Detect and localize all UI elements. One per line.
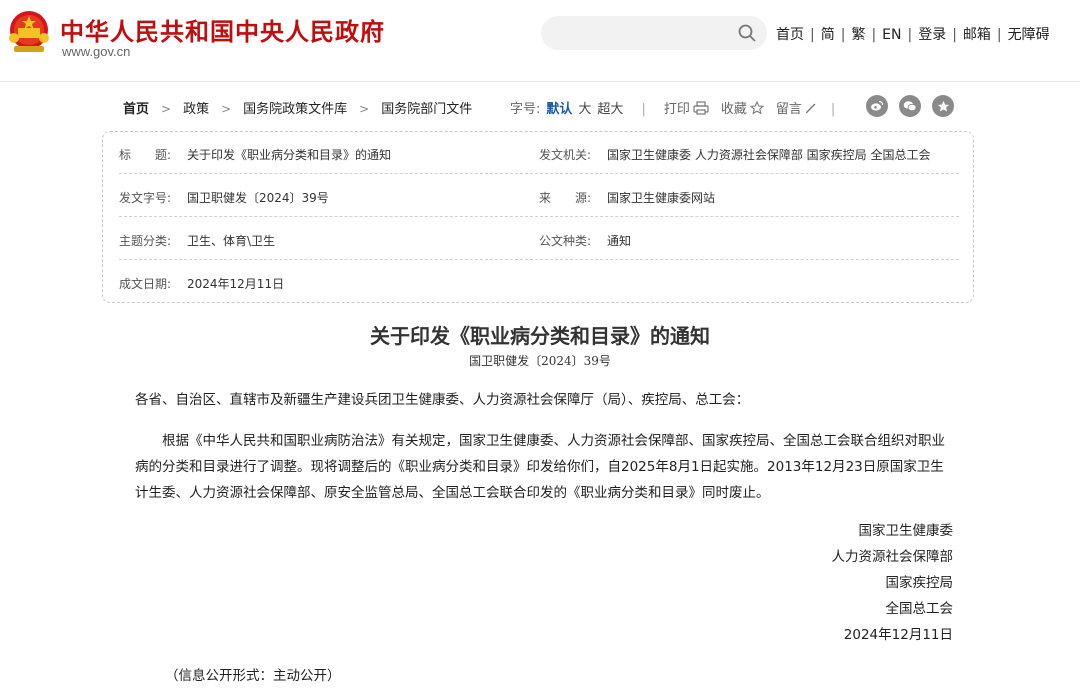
nav-home[interactable]: 首页 — [776, 27, 804, 43]
info-label-topic: 主题分类: — [119, 234, 172, 248]
signer-acftu: 全国总工会 — [885, 601, 954, 617]
pen-icon — [805, 103, 816, 113]
signer-nhc: 国家卫生健康委 — [858, 523, 954, 539]
font-size-large[interactable]: 大 — [578, 102, 591, 117]
print-icon — [693, 100, 709, 115]
chevron-right-icon: > — [161, 102, 172, 116]
info-value-source: 国家卫生健康委网站 — [607, 191, 716, 205]
disclosure-note: （信息公开形式：主动公开） — [165, 668, 341, 684]
signer-mohrss: 人力资源社会保障部 — [831, 549, 954, 565]
share-icon — [937, 100, 949, 112]
breadcrumb-policy[interactable]: 政策 — [183, 102, 209, 117]
wechat-share-button[interactable] — [899, 95, 921, 117]
font-size-default[interactable]: 默认 — [546, 102, 572, 117]
nav-accessibility[interactable]: 无障碍 — [1008, 27, 1050, 43]
info-label-title: 标 题: — [119, 148, 172, 162]
info-value-title: 关于印发《职业病分类和目录》的通知 — [187, 148, 392, 162]
info-row: 主题分类: 卫生、体育\卫生 公文种类: 通知 — [119, 218, 959, 260]
nav-simplified[interactable]: 简 — [821, 27, 835, 43]
comment-label: 留言 — [775, 102, 802, 117]
info-row: 发文字号: 国卫职健发〔2024〕39号 来 源: 国家卫生健康委网站 — [119, 175, 959, 217]
article-addressee: 各省、自治区、直辖市及新疆生产建设兵团卫生健康委、人力资源社会保障厅（局）、疾控… — [135, 392, 750, 408]
chevron-right-icon: > — [221, 102, 232, 116]
info-label-issuer: 发文机关: — [539, 148, 592, 162]
top-nav: 首页 | 简 | 繁 | EN | 登录 | 邮箱 | 无障碍 — [776, 27, 1050, 43]
article-signers: 国家卫生健康委 人力资源社会保障部 国家疾控局 全国总工会 2024年12月11… — [832, 518, 954, 648]
info-label-type: 公文种类: — [539, 234, 592, 248]
sign-date: 2024年12月11日 — [843, 627, 953, 643]
font-size-label: 字号: — [510, 102, 541, 117]
breadcrumb: 首页 > 政策 > 国务院政策文件库 > 国务院部门文件 — [123, 98, 472, 117]
search-icon[interactable] — [737, 23, 757, 43]
favorite-label: 收藏 — [720, 102, 747, 117]
wechat-icon — [903, 101, 917, 112]
article-title: 关于印发《职业病分类和目录》的通知 — [370, 324, 710, 348]
national-emblem-icon[interactable] — [6, 8, 52, 56]
article-body: 根据《中华人民共和国职业病防治法》有关规定，国家卫生健康委、人力资源社会保障部、… — [135, 433, 945, 501]
breadcrumb-home[interactable]: 首页 — [123, 102, 149, 117]
nav-english[interactable]: EN — [882, 27, 901, 43]
signer-ndcpa: 国家疾控局 — [885, 575, 954, 591]
info-label-source: 来 源: — [539, 191, 592, 205]
breadcrumb-policy-library[interactable]: 国务院政策文件库 — [243, 102, 347, 117]
info-value-date: 2024年12月11日 — [187, 277, 285, 291]
document-info-table: 标 题: 关于印发《职业病分类和目录》的通知 发文机关: 国家卫生健康委 人力资源社… — [102, 131, 974, 303]
breadcrumb-department-docs[interactable]: 国务院部门文件 — [381, 102, 472, 117]
search-input[interactable] — [541, 16, 767, 50]
font-size-xlarge[interactable]: 超大 — [597, 102, 623, 117]
print-label: 打印 — [663, 102, 690, 117]
info-value-doc-no: 国卫职健发〔2024〕39号 — [187, 191, 329, 205]
info-row: 标 题: 关于印发《职业病分类和目录》的通知 发文机关: 国家卫生健康委 人力资源社… — [119, 132, 959, 174]
comment-button[interactable]: 留言 — [776, 98, 817, 117]
info-label-date: 成文日期: — [119, 277, 172, 291]
nav-mail[interactable]: 邮箱 — [963, 27, 991, 43]
weibo-icon — [871, 100, 884, 111]
info-value-issuer: 国家卫生健康委 人力资源社会保障部 国家疾控局 全国总工会 — [607, 148, 931, 162]
site-domain: www.gov.cn — [62, 44, 131, 59]
site-title[interactable]: 中华人民共和国中央人民政府 — [60, 12, 385, 47]
chevron-right-icon: > — [359, 102, 370, 116]
nav-traditional[interactable]: 繁 — [851, 27, 865, 43]
info-value-type: 通知 — [607, 234, 632, 248]
info-label-doc-no: 发文字号: — [119, 191, 172, 205]
article-doc-number: 国卫职健发〔2024〕39号 — [469, 354, 611, 368]
info-row: 成文日期: 2024年12月11日 — [119, 261, 959, 303]
article-toolbar: 字号: 默认大超大 | 打印 收藏 留言 | — [510, 98, 853, 118]
star-icon — [749, 100, 764, 115]
print-button[interactable]: 打印 — [664, 98, 709, 117]
favorite-share-button[interactable] — [932, 95, 954, 117]
favorite-button[interactable]: 收藏 — [721, 98, 764, 117]
nav-login[interactable]: 登录 — [918, 27, 946, 43]
weibo-share-button[interactable] — [866, 95, 888, 117]
site-header: 中华人民共和国中央人民政府 www.gov.cn 首页 | 简 | 繁 | EN | 登录 | 邮箱… — [0, 0, 1080, 82]
info-value-topic: 卫生、体育\卫生 — [187, 234, 276, 248]
